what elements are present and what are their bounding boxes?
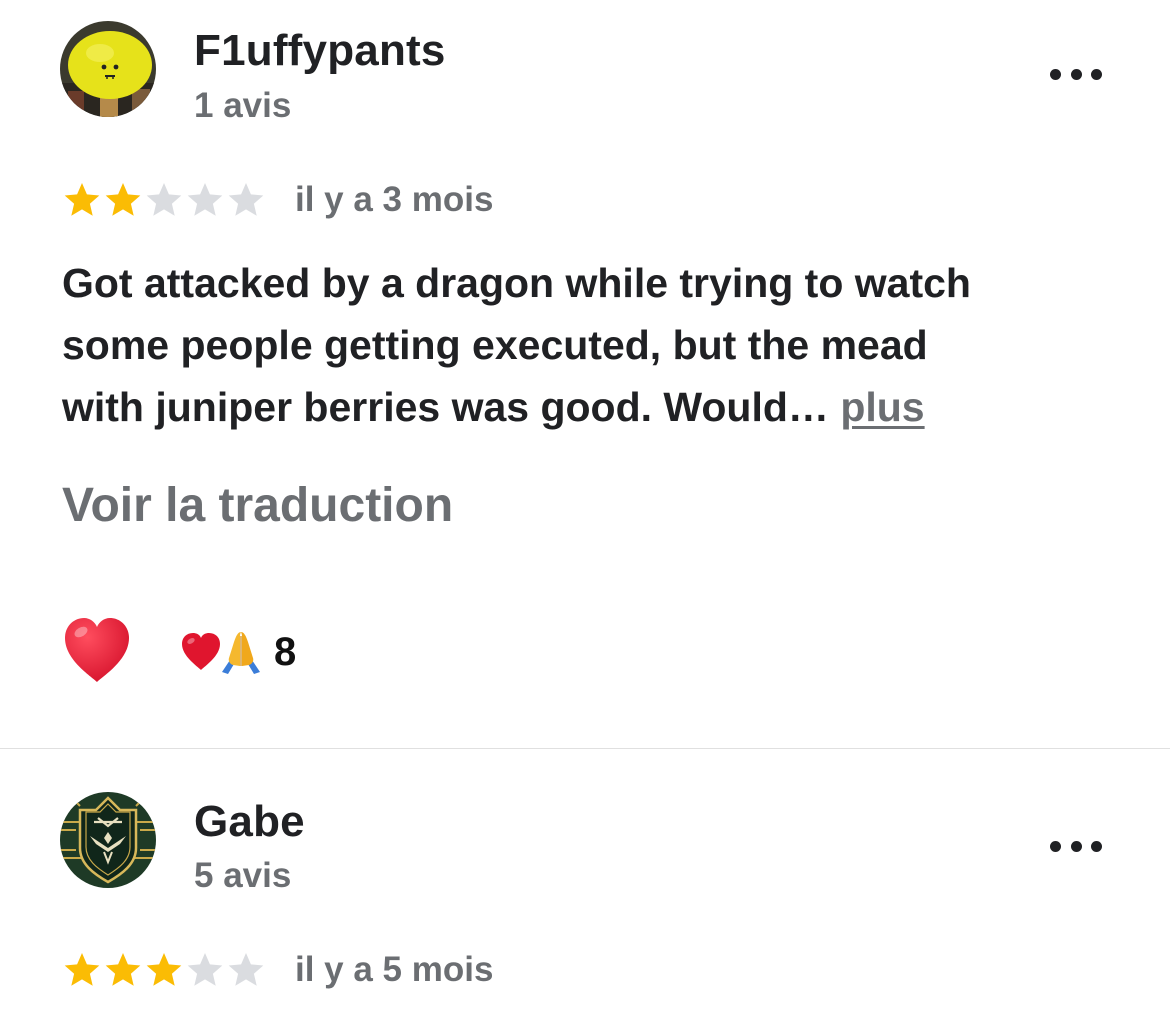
more-horizontal-icon [1050,68,1061,80]
heart-icon [182,633,220,670]
review-card: F1uffypants 1 avis il y a 3 mois Got att… [0,0,1170,748]
star-filled-icon [105,953,141,986]
read-more-link[interactable]: plus [840,384,924,430]
star-empty-icon [228,953,264,986]
author-avatar[interactable] [60,792,156,888]
more-options-button[interactable] [1050,836,1102,856]
review-time: il y a 5 mois [295,950,494,989]
author-avatar[interactable] [60,21,156,117]
review-text-line: with juniper berries was good. Would… [62,384,841,430]
heart-icon [65,618,129,682]
review-time: il y a 3 mois [295,180,494,219]
star-filled-icon [64,183,100,216]
author-name[interactable]: Gabe [194,797,305,847]
see-translation-link[interactable]: Voir la traduction [62,478,453,533]
react-button[interactable] [62,616,132,686]
review-text-line: Got attacked by a dragon while trying to… [62,260,971,306]
star-empty-icon [228,183,264,216]
more-horizontal-icon [1050,840,1061,852]
star-empty-icon [187,953,223,986]
author-name[interactable]: F1uffypants [194,26,446,76]
review-card: Gabe 5 avis il y a 5 mois [0,749,1170,1024]
star-filled-icon [64,953,100,986]
lemon-avatar-icon [60,21,156,117]
rating-row: il y a 3 mois [62,180,493,220]
reaction-count: 8 [274,629,297,674]
star-filled-icon [146,953,182,986]
more-options-button[interactable] [1050,64,1102,84]
review-text: Got attacked by a dragon while trying to… [62,252,1122,438]
author-review-count: 1 avis [194,86,292,125]
star-rating [62,950,267,990]
author-review-count: 5 avis [194,856,292,895]
star-rating [62,180,267,220]
reaction-summary[interactable]: 8 [180,626,296,678]
review-text-line: some people getting executed, but the me… [62,322,928,368]
star-empty-icon [146,183,182,216]
praying-hands-icon [222,632,260,674]
star-empty-icon [187,183,223,216]
star-filled-icon [105,183,141,216]
hylian-crest-avatar-icon [60,792,156,888]
rating-row: il y a 5 mois [62,950,493,990]
